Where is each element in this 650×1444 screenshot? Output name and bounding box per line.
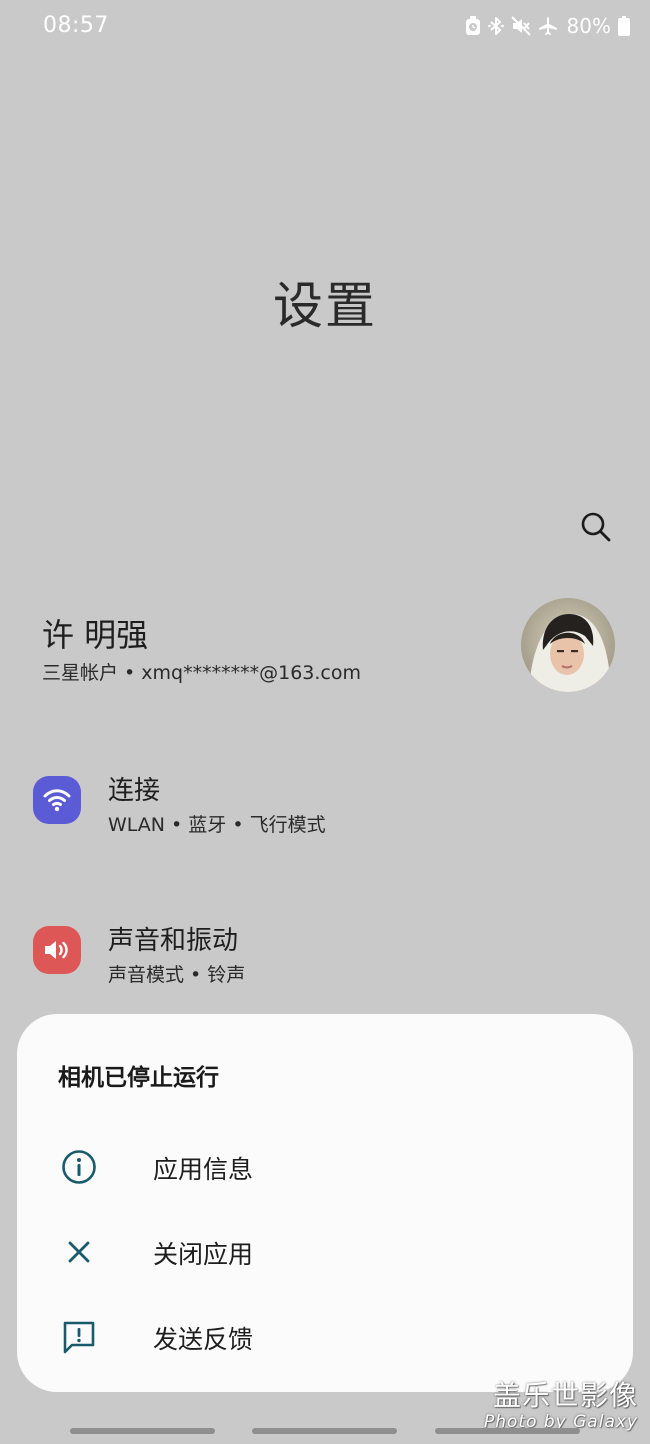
info-icon xyxy=(59,1147,99,1187)
close-icon xyxy=(59,1232,99,1272)
close-app-button[interactable]: 关闭应用 xyxy=(17,1217,633,1287)
dialog-item-label: 应用信息 xyxy=(153,1155,254,1184)
nav-back-handle[interactable] xyxy=(435,1428,580,1434)
battery-icon xyxy=(618,16,630,36)
nav-recents-handle[interactable] xyxy=(70,1428,215,1434)
setting-connections[interactable]: 连接 WLAN • 蓝牙 • 飞行模式 xyxy=(0,760,650,850)
setting-subtitle: 声音模式 • 铃声 xyxy=(108,964,246,986)
status-time: 08:57 xyxy=(43,13,109,38)
feedback-icon xyxy=(59,1317,99,1357)
status-icons: 80% xyxy=(465,14,630,38)
account-subtitle: 三星帐户 • xmq********@163.com xyxy=(42,662,361,684)
battery-percent: 80% xyxy=(566,14,611,38)
watermark-title: 盖乐世影像 xyxy=(492,1379,638,1412)
search-icon xyxy=(581,512,611,542)
speaker-icon xyxy=(33,926,81,974)
send-feedback-button[interactable]: 发送反馈 xyxy=(17,1302,633,1372)
dialog-title: 相机已停止运行 xyxy=(58,1065,219,1091)
setting-sound-vibration[interactable]: 声音和振动 声音模式 • 铃声 xyxy=(0,910,650,1000)
bluetooth-icon xyxy=(487,16,504,36)
status-bar: 08:57 80% xyxy=(0,0,650,56)
search-button[interactable] xyxy=(574,505,618,549)
setting-title: 声音和振动 xyxy=(108,926,239,956)
mute-icon xyxy=(510,16,531,36)
app-info-button[interactable]: 应用信息 xyxy=(17,1132,633,1202)
app-stopped-dialog: 相机已停止运行 应用信息 关闭应用 发送反馈 xyxy=(17,1014,633,1392)
dialog-item-label: 关闭应用 xyxy=(153,1240,254,1269)
setting-subtitle: WLAN • 蓝牙 • 飞行模式 xyxy=(108,814,326,836)
account-name: 许 明强 xyxy=(42,616,149,654)
wifi-icon xyxy=(33,776,81,824)
setting-title: 连接 xyxy=(108,776,161,806)
nav-home-handle[interactable] xyxy=(252,1428,397,1434)
dialog-item-label: 发送反馈 xyxy=(153,1325,254,1354)
alarm-icon xyxy=(465,16,481,36)
navigation-bar xyxy=(0,1424,650,1444)
avatar[interactable] xyxy=(521,598,615,692)
account-row[interactable]: 许 明强 三星帐户 • xmq********@163.com xyxy=(0,596,650,696)
airplane-mode-icon xyxy=(538,16,558,36)
page-title: 设置 xyxy=(273,277,377,335)
